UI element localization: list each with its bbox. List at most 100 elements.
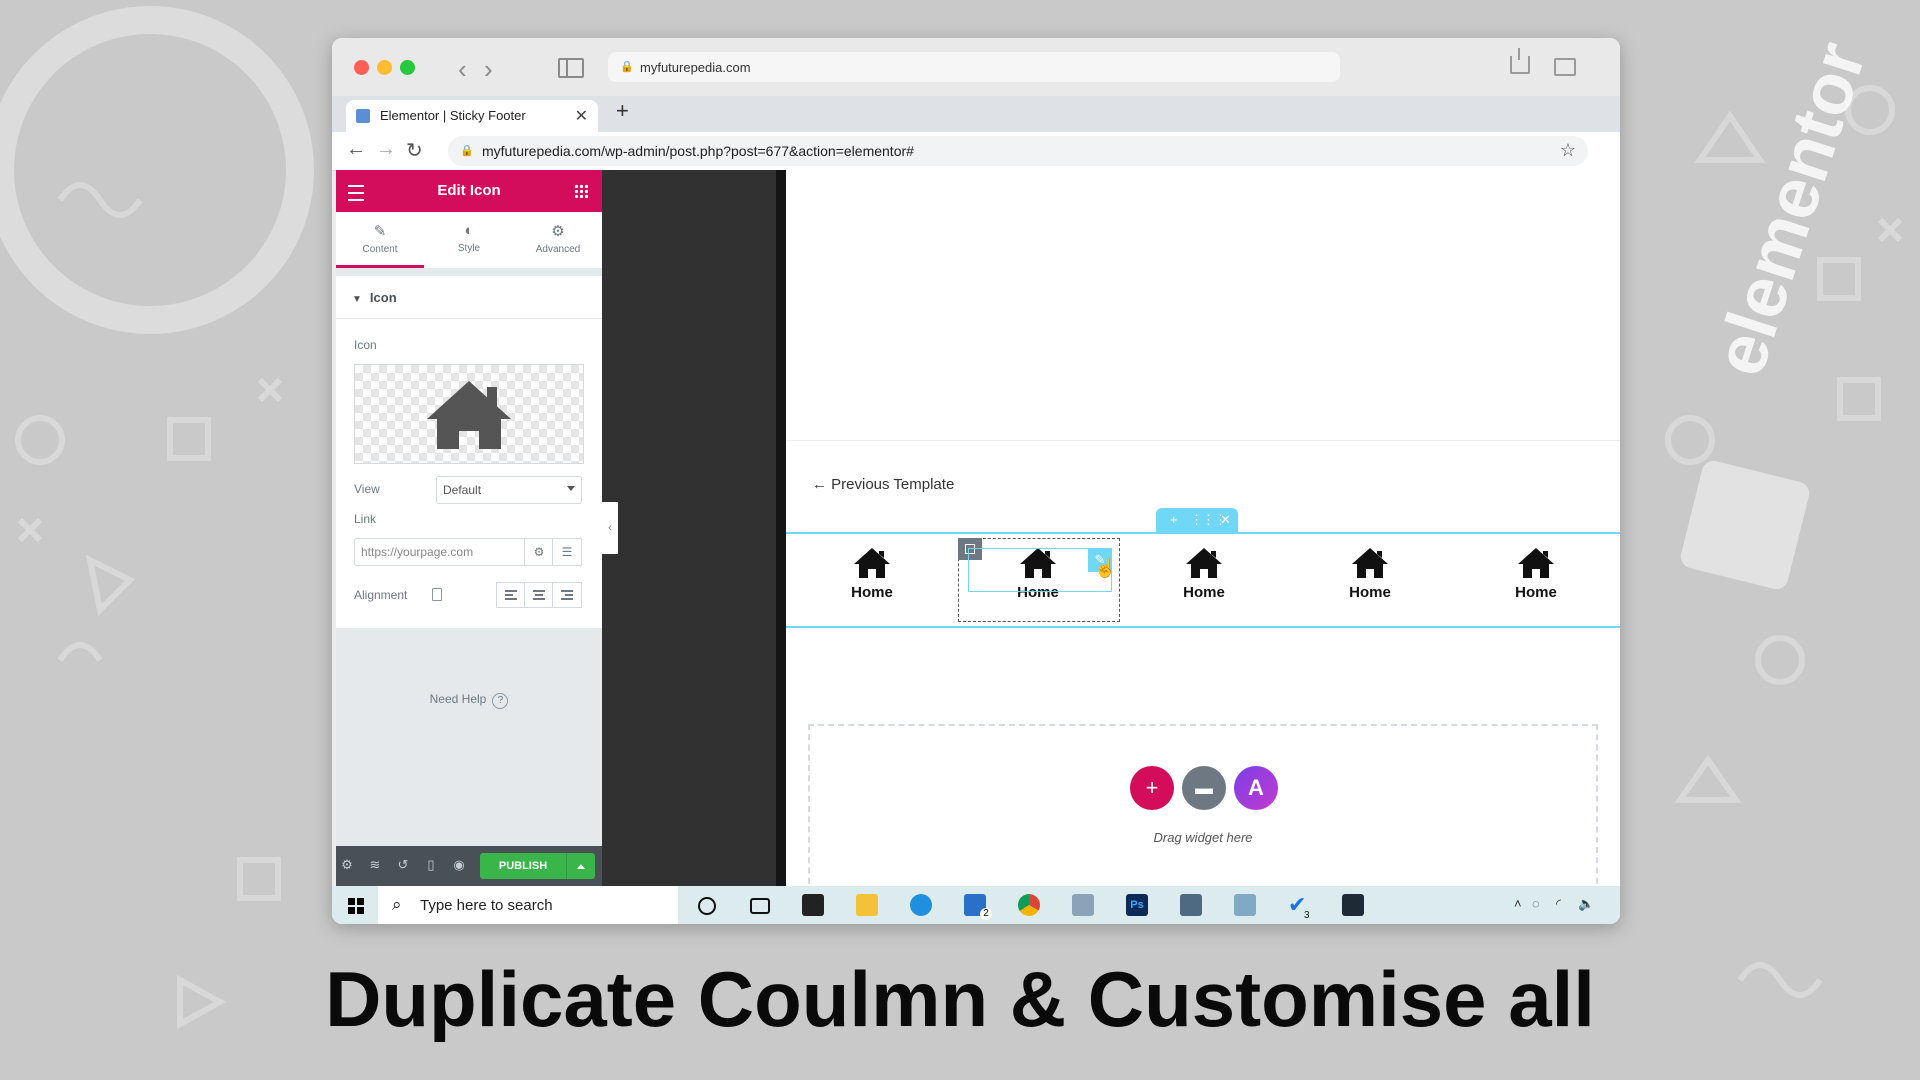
add-section-icon[interactable]: + [1170, 512, 1178, 527]
home-icon [1352, 548, 1388, 578]
app-icon-3[interactable] [1342, 894, 1364, 916]
tab-close-icon[interactable]: ✕ [575, 106, 588, 126]
alignment-label: Alignment [354, 588, 408, 602]
drag-widget-hint: Drag widget here [1153, 830, 1253, 845]
need-help-link[interactable]: Need Help? [336, 692, 602, 709]
publish-options-button[interactable] [566, 853, 595, 879]
sidebar-toggle-icon[interactable] [558, 58, 584, 78]
tab-strip: Elementor | Sticky Footer ✕ [332, 96, 1620, 132]
maximize-window-button[interactable] [400, 60, 415, 75]
addon-logo-icon[interactable]: A [1234, 766, 1278, 810]
drop-zone[interactable]: + ▬ A Drag widget here [808, 724, 1598, 886]
responsive-desktop-icon[interactable] [432, 588, 442, 601]
content-separator [786, 440, 1620, 441]
check-badge: 3 [1304, 910, 1310, 921]
add-template-folder-icon[interactable]: ▬ [1182, 766, 1226, 810]
link-options-gear-icon[interactable]: ⚙ [524, 538, 554, 566]
app-icon-2[interactable] [1234, 894, 1256, 916]
lock-icon: 🔒 [620, 61, 634, 73]
home-icon [854, 548, 890, 578]
home-icon [427, 381, 511, 449]
align-center-button[interactable] [524, 582, 554, 608]
sticky-footer-section[interactable]: Home Home Home Home Home ✎ ☝ [786, 532, 1620, 628]
add-section-plus-icon[interactable]: + [1130, 766, 1174, 810]
column-4[interactable]: Home [1310, 546, 1430, 616]
tab-title: Elementor | Sticky Footer [380, 108, 526, 123]
settings-gear-icon[interactable]: ⚙ [340, 858, 354, 872]
view-label: View [354, 482, 380, 496]
app-icon[interactable] [1072, 894, 1094, 916]
half-circle-icon: ◐ [464, 222, 474, 239]
dynamic-tags-icon[interactable]: ☰ [552, 538, 582, 566]
icon-section-toggle[interactable]: ▼ Icon [352, 290, 397, 305]
reload-icon[interactable]: ↻ [406, 138, 423, 163]
task-view-icon[interactable] [750, 898, 770, 914]
align-left-button[interactable] [496, 582, 526, 608]
collapse-panel-chevron-icon[interactable]: ‹ [602, 502, 618, 554]
elementor-panel: Edit Icon ✎ Content ◐ Style ⚙ Advanced ▼… [336, 170, 602, 886]
tab-style[interactable]: ◐ Style [425, 212, 513, 268]
file-explorer-icon[interactable] [856, 894, 878, 916]
tab-overview-icon[interactable] [1554, 58, 1576, 76]
bookmark-star-icon[interactable]: ☆ [1560, 140, 1576, 161]
forward-chevron-icon[interactable]: › [484, 54, 493, 85]
link-label: Link [354, 512, 377, 526]
link-input[interactable]: https://yourpage.com [354, 538, 526, 566]
section-handle[interactable]: + ⋮⋮⋮ ✕ [1156, 508, 1238, 532]
section-divider [336, 318, 602, 319]
tray-wifi-icon[interactable]: ◜ [1556, 896, 1561, 912]
icon-picker[interactable] [354, 364, 584, 464]
column-1[interactable]: Home [812, 546, 932, 616]
back-arrow-icon[interactable]: ← [346, 138, 366, 161]
responsive-mode-icon[interactable]: ▯ [424, 858, 438, 872]
widgets-grid-icon[interactable] [574, 184, 588, 198]
view-select-value: Default [443, 483, 482, 497]
calculator-icon[interactable] [1180, 894, 1202, 916]
panel-help-area: Need Help? [336, 628, 602, 846]
tab-advanced[interactable]: ⚙ Advanced [514, 212, 602, 268]
safari-address-bar[interactable]: 🔒 myfuturepedia.com [608, 52, 1340, 82]
tab-content-label: Content [362, 244, 398, 255]
help-circle-icon: ? [492, 693, 509, 709]
view-select[interactable]: Default [436, 476, 582, 504]
tray-volume-icon[interactable]: 🔈 [1578, 896, 1594, 912]
store-icon[interactable] [802, 894, 824, 916]
back-chevron-icon[interactable]: ‹ [458, 54, 467, 85]
gear-icon: ⚙ [551, 223, 565, 240]
video-caption: Duplicate Coulmn & Customise all [325, 955, 1595, 1043]
cortana-icon[interactable] [698, 897, 716, 915]
canvas-gutter [602, 170, 786, 886]
column-5[interactable]: Home [1476, 546, 1596, 616]
minimize-window-button[interactable] [377, 60, 392, 75]
url-bar[interactable]: 🔒 myfuturepedia.com/wp-admin/post.php?po… [448, 136, 1588, 166]
publish-button[interactable]: PUBLISH [480, 853, 566, 879]
edge-icon[interactable] [910, 894, 932, 916]
delete-section-icon[interactable]: ✕ [1220, 512, 1231, 528]
column-3[interactable]: Home [1144, 546, 1264, 616]
close-window-button[interactable] [354, 60, 369, 75]
panel-footer: ⚙ ≋ ↺ ▯ ◉ PUBLISH [336, 846, 602, 886]
navigator-layers-icon[interactable]: ≋ [368, 858, 382, 872]
browser-tab[interactable]: Elementor | Sticky Footer ✕ [346, 100, 598, 132]
tray-chevron-up-icon[interactable]: ˄ [1514, 896, 1522, 911]
column-label: Home [851, 584, 893, 601]
svg-text:elementor: elementor [1699, 33, 1881, 385]
taskbar-search-input[interactable]: ⌕ Type here to search [378, 886, 678, 924]
history-icon[interactable]: ↺ [396, 858, 410, 872]
share-icon[interactable] [1510, 48, 1530, 74]
chrome-icon[interactable] [1018, 894, 1040, 916]
forward-arrow-icon[interactable]: → [376, 138, 396, 161]
tab-content[interactable]: ✎ Content [336, 212, 424, 268]
tab-advanced-label: Advanced [535, 244, 581, 255]
windows-start-icon[interactable] [348, 898, 364, 914]
tray-network-icon[interactable]: ◌ [1532, 896, 1540, 911]
mail-badge: 2 [980, 908, 992, 920]
preview-eye-icon[interactable]: ◉ [452, 858, 466, 872]
pencil-icon: ✎ [373, 223, 387, 240]
column-label: Home [1349, 584, 1391, 601]
previous-template-link[interactable]: ← Previous Template [812, 476, 954, 493]
icon-section-title: Icon [369, 290, 397, 305]
photoshop-icon[interactable]: Ps [1126, 894, 1148, 916]
align-right-button[interactable] [552, 582, 582, 608]
new-tab-button[interactable]: + [616, 98, 629, 124]
